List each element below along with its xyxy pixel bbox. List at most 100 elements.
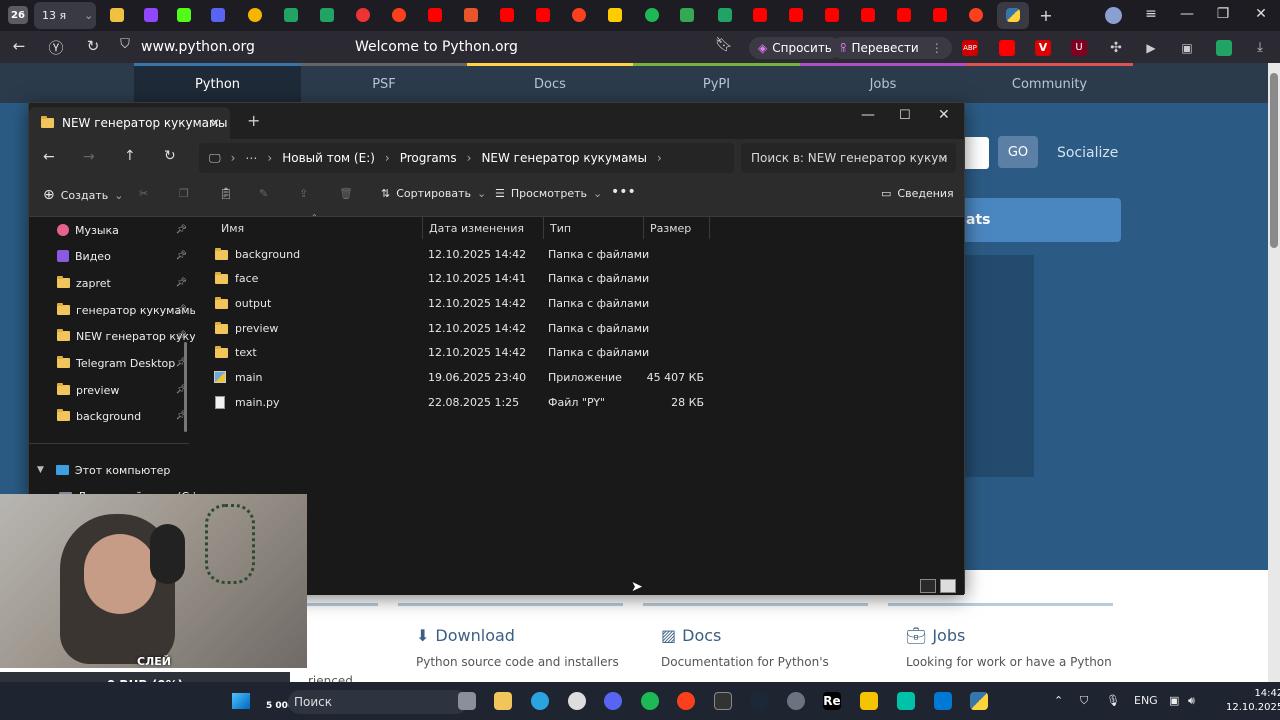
table-row[interactable]: main.py 22.08.2025 1:25 Файл "PY" 28 КБ [195,391,735,415]
refresh-icon[interactable]: ↻ [164,148,176,164]
socialize-link[interactable]: Socialize [1057,145,1118,161]
tab-favicon[interactable] [500,8,514,22]
back-arrow-icon[interactable]: ← [43,149,55,165]
close-icon[interactable]: ✕ [938,107,950,123]
profile-avatar[interactable] [1105,7,1122,24]
column-header-size[interactable]: Размер [644,217,710,239]
tray-chevron-up-icon[interactable]: ⌃ [1054,694,1063,707]
table-row[interactable]: preview 12.10.2025 14:42 Папка с файлами [195,317,735,341]
pin-icon[interactable]: 📌︎ [176,305,187,315]
url-text[interactable]: www.python.org [141,39,255,55]
download-icon[interactable]: ⤓ [1252,40,1268,56]
translate-button[interactable]: ꕉ Перевести ⋮ [831,37,952,59]
column-header-date[interactable]: Дата изменения [423,217,544,239]
search-icon[interactable]: ⌕ [941,151,948,166]
yandex-browser-icon[interactable] [677,692,695,710]
monitor-icon[interactable]: 🖵︎ [209,151,221,166]
table-row[interactable]: main 19.06.2025 23:40 Приложение 45 407 … [195,366,735,390]
photos-icon[interactable] [934,692,952,710]
sidebar-scrollbar-thumb[interactable] [184,342,187,432]
breadcrumb-item[interactable]: Programs [400,151,457,165]
adblock-icon[interactable]: ABP [962,40,978,56]
details-button[interactable]: ▭ Сведения [881,187,954,200]
tiles-view-icon[interactable] [940,579,956,593]
tab-favicon[interactable] [897,8,911,22]
minimize-icon[interactable]: — [861,107,875,123]
table-row[interactable]: text 12.10.2025 14:42 Папка с файлами [195,341,735,365]
tab-favicon[interactable] [177,8,191,22]
nav-community[interactable]: Community [966,63,1133,103]
tab-favicon[interactable] [320,8,334,22]
volume-icon[interactable]: 🔊︎ [1188,694,1195,708]
rename-icon[interactable]: ✎ [259,187,268,200]
language-indicator[interactable]: ENG [1134,694,1158,707]
details-view-icon[interactable] [920,579,936,593]
breadcrumb[interactable]: 🖵︎ › ⋯ › Новый том (E:) › Programs › NEW… [199,143,734,173]
chevron-down-icon[interactable]: ⌄ [84,9,93,22]
tab-favicon[interactable] [144,8,158,22]
reload-icon[interactable]: ↻ [82,37,104,55]
table-row[interactable]: output 12.10.2025 14:42 Папка с файлами [195,292,735,316]
up-arrow-icon[interactable]: ↑ [124,148,136,164]
telegram-icon[interactable] [531,692,549,710]
nav-pypi[interactable]: PyPI [633,63,800,103]
sidebar-item-this-pc[interactable]: ▼ Этот компьютер [37,457,187,483]
scrollbar-thumb[interactable] [1270,73,1278,248]
sidebar-item-preview[interactable]: preview 📌︎ [57,377,195,403]
steam-icon[interactable] [750,692,768,710]
section-jobs-title[interactable]: 💼︎ Jobs [906,626,965,645]
pin-icon[interactable]: 📌︎ [176,331,187,341]
sheets-ext-icon[interactable] [1216,40,1232,56]
search-go-button[interactable]: GO [998,136,1038,168]
pin-icon[interactable]: 📌︎ [176,278,187,288]
microphone-icon[interactable]: 🎙︎ [1106,694,1120,707]
sidebar-item-generator[interactable]: генератор кукумамы 📌︎ [57,297,195,323]
nav-python[interactable]: Python [134,63,301,103]
chat-app-icon[interactable] [897,692,915,710]
network-icon[interactable]: ▣ [1169,694,1179,707]
more-vertical-icon[interactable]: ⋮ [931,41,943,55]
paste-icon[interactable]: 📋︎ [219,187,233,200]
tab-favicon[interactable] [536,8,550,22]
cut-icon[interactable]: ✂ [139,187,148,200]
copy-icon[interactable]: ❐ [179,187,189,200]
tab-favicon[interactable] [248,8,262,22]
sidebar-item-music[interactable]: Музыка 📌︎ [57,217,195,243]
tab-counter-badge[interactable]: 26 [8,6,28,24]
search-input[interactable]: Поиск в: NEW генератор кукум ⌕ [741,143,956,173]
youtube-ext-icon[interactable] [999,40,1015,56]
page-scrollbar[interactable] [1268,63,1280,682]
vivaldi-ext-icon[interactable]: V [1035,40,1051,56]
sidebar-item-video[interactable]: Видео 📌︎ [57,243,195,269]
forward-arrow-icon[interactable]: → [83,149,95,165]
more-horizontal-icon[interactable]: ⋯ [245,151,257,165]
tab-favicon[interactable] [608,8,622,22]
menu-icon[interactable]: ≡ [1136,6,1166,22]
tab-favicon[interactable] [789,8,803,22]
tab-favicon[interactable] [718,8,732,22]
tab-favicon[interactable] [645,8,659,22]
sidebar-item-new-generator[interactable]: NEW генератор кукум 📌︎ [57,323,195,349]
sidebar-item-zapret[interactable]: zapret 📌︎ [57,270,195,296]
close-tab-icon[interactable]: ✕ [210,116,220,130]
tab-group-active[interactable]: 13 я ⌄ [34,2,96,29]
section-docs-title[interactable]: ▨ Docs [661,626,721,645]
nav-docs[interactable]: Docs [467,63,633,103]
back-arrow-icon[interactable]: ← [8,37,30,55]
taskbar-search[interactable]: Поиск [288,690,468,714]
table-row[interactable]: face 12.10.2025 14:41 Папка с файлами [195,267,735,291]
sort-button[interactable]: ⇅ Сортировать ⌄ [381,187,486,200]
tab-favicon[interactable] [392,8,406,22]
chevron-down-icon[interactable]: ▼ [37,465,44,475]
tab-favicon[interactable] [933,8,947,22]
bookmark-icon[interactable]: 🔖︎ [713,37,735,53]
discord-icon[interactable] [604,692,622,710]
reaper-icon[interactable]: Re [823,692,841,710]
close-icon[interactable]: ✕ [1246,6,1276,22]
pin-icon[interactable]: 📌︎ [176,225,187,235]
nav-psf[interactable]: PSF [301,63,467,103]
ask-button[interactable]: ◈ Спросить [749,37,841,59]
minimize-icon[interactable]: — [1172,6,1202,22]
tab-favicon[interactable] [464,8,478,22]
tab-favicon[interactable] [110,8,124,22]
